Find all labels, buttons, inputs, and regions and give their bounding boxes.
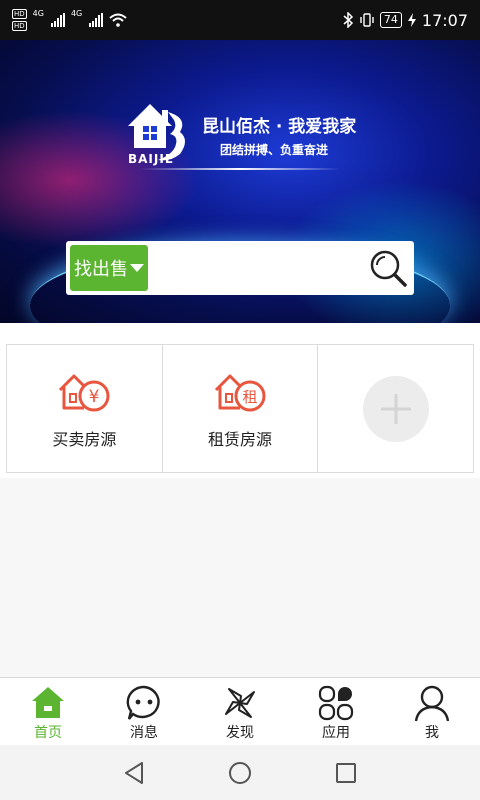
tab-label: 发现 — [226, 725, 254, 741]
grid-item-label: 买卖房源 — [52, 429, 117, 449]
tab-label: 首页 — [34, 725, 62, 741]
tab-apps[interactable]: 应用 — [288, 678, 384, 745]
grid-item-rental-listings[interactable]: 租 租赁房源 — [163, 345, 319, 472]
search-type-dropdown[interactable]: 找出售 — [70, 245, 148, 291]
app-screen: HD HD 4G 4G 74 17:07 BAIJIE 昆山佰杰 · 我爱我家 … — [0, 0, 480, 800]
system-navigation-bar — [0, 745, 480, 800]
add-button[interactable] — [362, 375, 429, 442]
search-input[interactable] — [148, 245, 368, 291]
message-icon — [126, 685, 160, 720]
house-rent-icon: 租 — [214, 374, 266, 411]
tab-label: 应用 — [322, 725, 350, 741]
home-circle-icon — [229, 761, 251, 784]
home-system-button[interactable] — [222, 755, 258, 791]
hd-label-2: HD — [12, 21, 27, 31]
profile-icon — [414, 685, 450, 722]
search-icon — [370, 250, 407, 287]
charging-icon — [407, 13, 416, 27]
status-bar-right: 74 17:07 — [342, 11, 468, 30]
tab-home[interactable]: 首页 — [0, 678, 96, 745]
tab-label: 我 — [425, 725, 439, 741]
svg-text:¥: ¥ — [89, 387, 100, 407]
search-button[interactable] — [368, 245, 410, 291]
bottom-tab-bar: 首页 消息 发现 应用 我 — [0, 677, 480, 745]
caret-down-icon — [130, 264, 144, 272]
recents-square-icon — [336, 762, 356, 783]
network-label-1: 4G — [32, 9, 44, 18]
bluetooth-icon — [343, 12, 353, 28]
status-bar: HD HD 4G 4G 74 17:07 — [0, 0, 480, 40]
search-bar: 找出售 — [66, 241, 414, 295]
back-triangle-icon — [125, 761, 143, 784]
battery-indicator: 74 — [379, 12, 402, 28]
house-yuan-icon: ¥ — [59, 374, 110, 411]
signal-icon — [50, 13, 65, 27]
signal-icon-2 — [89, 13, 104, 27]
grid-item-sale-listings[interactable]: ¥ 买卖房源 — [7, 345, 163, 472]
vibrate-icon — [360, 13, 374, 27]
function-grid-section: ¥ 买卖房源 租 租赁房源 — [0, 323, 480, 478]
add-icon — [380, 393, 411, 424]
tab-messages[interactable]: 消息 — [96, 678, 192, 745]
grid-item-label: 租赁房源 — [208, 429, 273, 449]
logo-text: BAIJIE — [128, 152, 175, 166]
wifi-icon — [109, 13, 127, 27]
brand-slogan: 团结拼搏、负重奋进 — [220, 143, 329, 157]
apps-icon — [318, 685, 354, 721]
status-bar-left: HD HD 4G 4G — [12, 9, 127, 31]
hd-label-1: HD — [12, 9, 27, 19]
recents-button[interactable] — [328, 755, 364, 791]
brand-title: 昆山佰杰 · 我爱我家 — [202, 117, 357, 137]
svg-text:租: 租 — [242, 388, 257, 406]
network-label-2: 4G — [70, 9, 83, 18]
discover-icon — [225, 688, 255, 718]
clock: 17:07 — [421, 10, 468, 30]
tab-label: 消息 — [130, 725, 158, 741]
home-icon — [32, 687, 64, 718]
tab-profile[interactable]: 我 — [384, 678, 480, 745]
search-type-label: 找出售 — [74, 259, 128, 280]
grid-item-add[interactable] — [318, 345, 473, 472]
function-grid: ¥ 买卖房源 租 租赁房源 — [6, 344, 474, 473]
hd-indicator: HD HD — [12, 9, 27, 31]
tab-discover[interactable]: 发现 — [192, 678, 288, 745]
back-button[interactable] — [116, 755, 152, 791]
